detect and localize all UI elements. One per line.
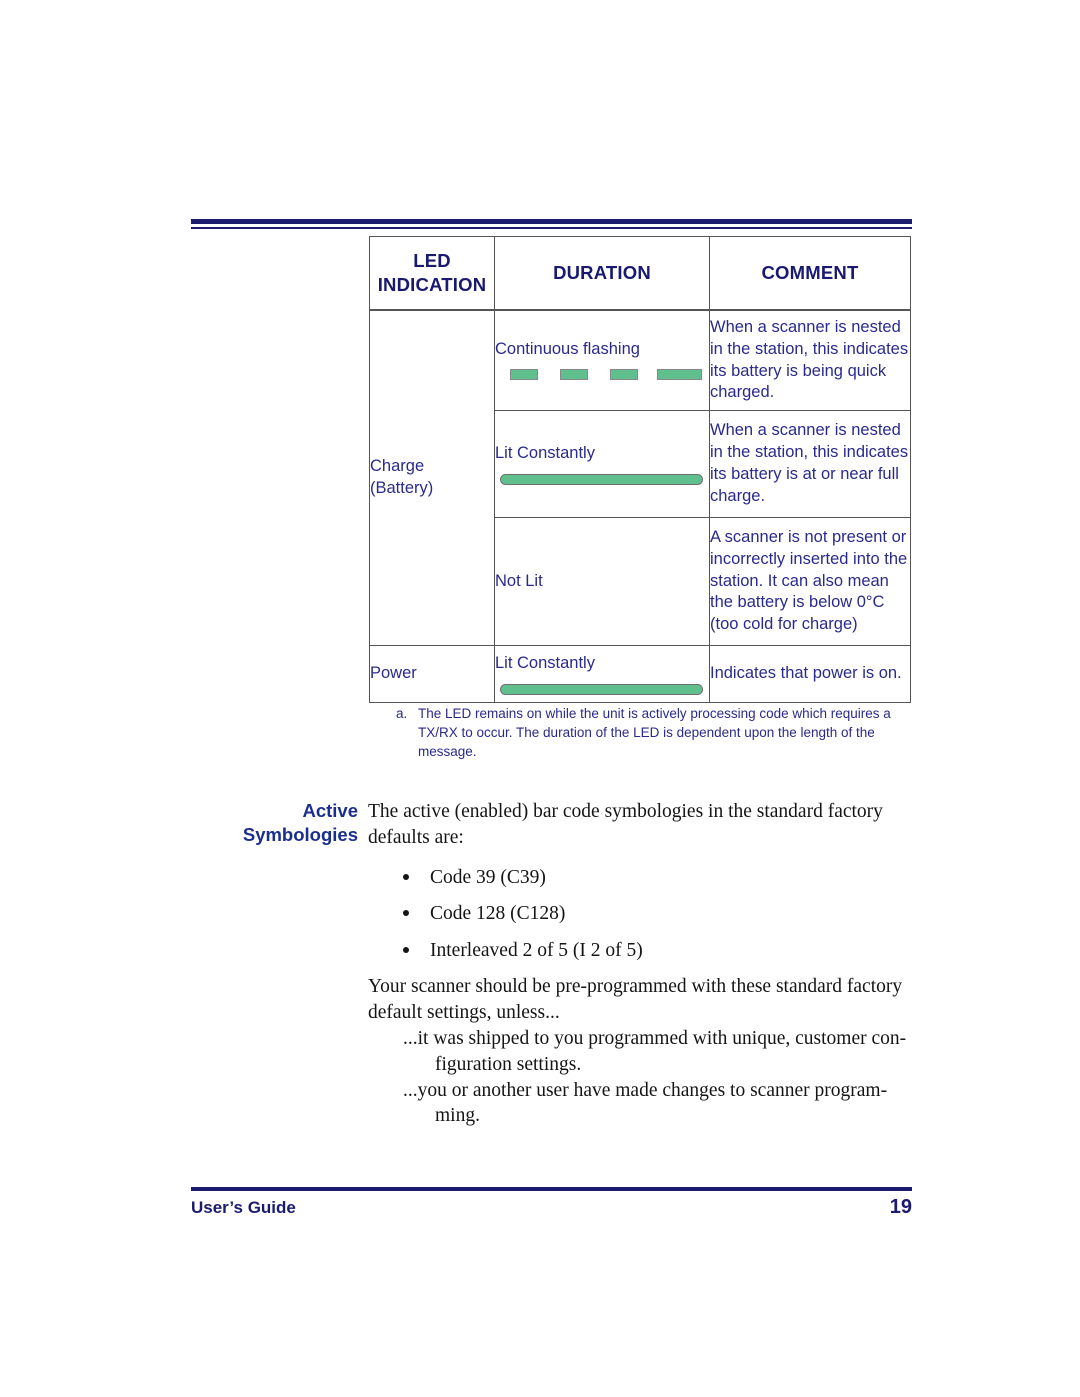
led-flashing-graphic: [505, 369, 702, 382]
led-solid-bar-graphic: [500, 684, 703, 696]
section-body: The active (enabled) bar code symbologie…: [368, 799, 924, 1129]
header-rule-thin: [191, 227, 912, 229]
footnote-marker: a.: [396, 706, 408, 721]
duration-label: Not Lit: [495, 571, 543, 590]
table-row: Charge (Battery) Continuous flashing Whe…: [369, 309, 911, 646]
table-header-row: LED INDICATION DURATION COMMENT: [369, 236, 911, 311]
column-header-led-line2: INDICATION: [377, 274, 487, 295]
list-item-label: Interleaved 2 of 5 (I 2 of 5): [430, 939, 643, 961]
section-heading: Active Symbologies: [190, 799, 358, 848]
table-row: Power Lit Constantly Indicates that powe…: [369, 645, 911, 703]
footnote-text: The LED remains on while the unit is act…: [418, 706, 891, 760]
led-dash-segment: [657, 369, 702, 381]
section-sub-paragraph-2: ...you or another user have made changes…: [368, 1078, 924, 1130]
cell-comment-power-on: Indicates that power is on.: [709, 645, 911, 703]
led-dash-segment: [610, 369, 638, 381]
sub-paragraph-1-continuation: figuration settings.: [435, 1053, 582, 1075]
bullet-dot-icon: [403, 946, 409, 953]
led-indication-line2: (Battery): [370, 479, 434, 497]
cell-comment-quick-charge: When a scanner is nested in the station,…: [709, 309, 911, 411]
cell-led-indication-charge: Charge (Battery): [369, 309, 495, 646]
cell-comment-full-charge: When a scanner is nested in the station,…: [709, 410, 911, 518]
duration-label: Continuous flashing: [495, 339, 640, 358]
header-rule: [191, 219, 912, 229]
section-intro-paragraph: The active (enabled) bar code symbologie…: [368, 801, 883, 848]
bullet-dot-icon: [403, 873, 409, 880]
list-item: Interleaved 2 of 5 (I 2 of 5): [368, 938, 924, 963]
list-item: Code 39 (C39): [368, 865, 924, 890]
led-indication-table: LED INDICATION DURATION COMMENT Charge (…: [369, 236, 911, 703]
section-heading-line2: Symbologies: [242, 824, 358, 846]
section-sub-paragraph-1: ...it was shipped to you programmed with…: [368, 1026, 924, 1078]
section-heading-line1: Active: [302, 800, 358, 821]
cell-duration-continuous-flashing: Continuous flashing: [494, 309, 710, 411]
list-item-label: Code 39 (C39): [430, 866, 546, 888]
section-paragraph-2: Your scanner should be pre-programmed wi…: [368, 975, 903, 1023]
duration-label: Lit Constantly: [495, 653, 595, 672]
column-header-duration: DURATION: [494, 236, 710, 311]
column-header-led-line1: LED: [413, 250, 451, 272]
led-dash-segment: [560, 369, 588, 381]
cell-duration-lit-constantly-battery: Lit Constantly: [494, 410, 710, 518]
table-footnote: a. The LED remains on while the unit is …: [396, 704, 896, 761]
sub-paragraph-2-text: ...you or another user have made changes…: [403, 1079, 888, 1101]
sub-paragraph-2-continuation: ming.: [435, 1105, 480, 1127]
list-item: Code 128 (C128): [368, 901, 924, 926]
cell-duration-not-lit: Not Lit: [494, 517, 710, 646]
symbologies-list: Code 39 (C39) Code 128 (C128) Interleave…: [368, 865, 924, 963]
led-indication-line1: Charge: [370, 457, 425, 476]
led-solid-bar-graphic: [500, 474, 703, 486]
led-dash-segment: [510, 369, 538, 381]
cell-duration-lit-constantly-power: Lit Constantly: [494, 645, 710, 703]
page-footer: User’s Guide 19: [191, 1196, 912, 1219]
cell-comment-not-present: A scanner is not present or incorrectly …: [709, 517, 911, 646]
document-page: LED INDICATION DURATION COMMENT Charge (…: [0, 0, 1080, 1397]
footer-label: User’s Guide: [191, 1198, 296, 1217]
bullet-dot-icon: [403, 910, 409, 917]
list-item-label: Code 128 (C128): [430, 903, 566, 925]
sub-paragraph-1-text: ...it was shipped to you programmed with…: [403, 1027, 907, 1049]
duration-label: Lit Constantly: [495, 443, 595, 462]
column-header-led-indication: LED INDICATION: [369, 236, 495, 311]
footer-rule: [191, 1187, 912, 1191]
footer-page-number: 19: [889, 1196, 912, 1218]
column-header-comment: COMMENT: [709, 236, 911, 311]
cell-led-indication-power: Power: [369, 645, 495, 703]
